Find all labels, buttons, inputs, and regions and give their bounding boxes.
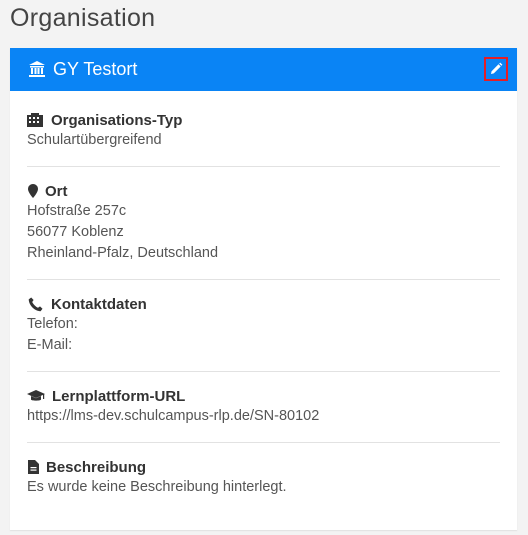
institution-icon	[28, 60, 46, 78]
section-lms-url: Lernplattform-URL https://lms-dev.schulc…	[27, 386, 500, 427]
section-title: Ort	[45, 182, 68, 200]
page-title: Organisation	[10, 4, 156, 32]
organisation-type-value: Schulartübergreifend	[27, 132, 162, 148]
section-title: Beschreibung	[46, 458, 147, 476]
lms-url[interactable]: https://lms-dev.schulcampus-rlp.de/SN-80…	[27, 406, 500, 427]
divider	[27, 279, 500, 280]
document-icon	[27, 459, 39, 475]
section-title: Lernplattform-URL	[52, 387, 186, 405]
organisation-card: GY Testort Organisations-Typ Schulartübe…	[10, 48, 517, 530]
section-location: Ort Hofstraße 257c 56077 Koblenz Rheinla…	[27, 181, 500, 264]
section-title: Kontaktdaten	[51, 295, 147, 313]
section-organisation-type: Organisations-Typ Schulartübergreifend	[27, 110, 500, 151]
pencil-icon	[489, 62, 503, 76]
edit-button[interactable]	[484, 57, 508, 81]
organisation-name: GY Testort	[53, 59, 138, 79]
address-region: Rheinland-Pfalz, Deutschland	[27, 245, 219, 261]
divider	[27, 371, 500, 372]
address-city: 56077 Koblenz	[27, 224, 124, 240]
divider	[27, 442, 500, 443]
section-title: Organisations-Typ	[51, 111, 183, 129]
card-header: GY Testort	[10, 48, 517, 91]
email-label: E-Mail:	[27, 337, 73, 353]
divider	[27, 166, 500, 167]
section-description: Beschreibung Es wurde keine Beschreibung…	[27, 457, 500, 498]
section-contact: Kontaktdaten Telefon: E-Mail:	[27, 294, 500, 356]
graduation-cap-icon	[27, 388, 45, 404]
building-icon	[27, 112, 43, 128]
map-marker-icon	[27, 183, 39, 199]
description-value: Es wurde keine Beschreibung hinterlegt.	[27, 479, 287, 495]
address-street: Hofstraße 257c	[27, 203, 127, 219]
phone-label: Telefon:	[27, 316, 78, 332]
phone-icon	[27, 296, 43, 312]
